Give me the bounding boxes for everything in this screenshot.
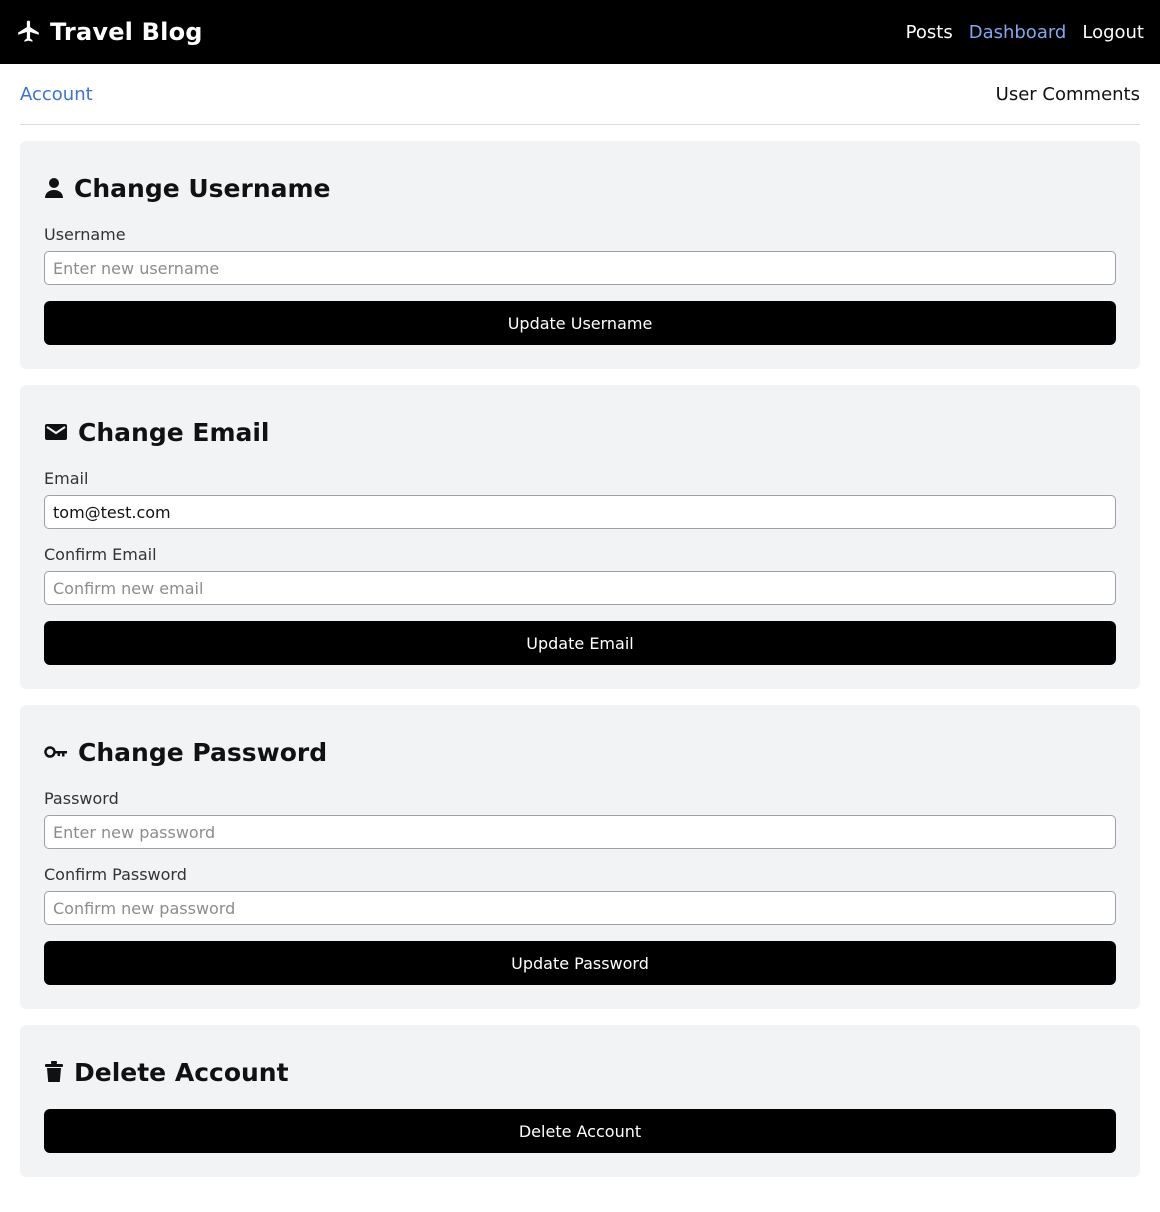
email-input[interactable] bbox=[44, 495, 1116, 529]
airplane-icon bbox=[16, 19, 42, 45]
change-username-card: Change Username Username Update Username bbox=[20, 141, 1140, 369]
card-title: Change Email bbox=[44, 417, 1116, 447]
brand[interactable]: Travel Blog bbox=[16, 18, 203, 46]
brand-title: Travel Blog bbox=[50, 18, 203, 46]
card-title-text: Delete Account bbox=[74, 1057, 289, 1087]
password-input[interactable] bbox=[44, 815, 1116, 849]
update-email-button[interactable]: Update Email bbox=[44, 621, 1116, 665]
nav-dashboard[interactable]: Dashboard bbox=[969, 22, 1067, 43]
update-password-button[interactable]: Update Password bbox=[44, 941, 1116, 985]
username-label: Username bbox=[44, 225, 126, 244]
card-title: Change Password bbox=[44, 737, 1116, 767]
confirm-password-input[interactable] bbox=[44, 891, 1116, 925]
top-navbar: Travel Blog Posts Dashboard Logout bbox=[0, 0, 1160, 64]
user-icon bbox=[44, 177, 64, 199]
main-nav: Posts Dashboard Logout bbox=[906, 22, 1144, 43]
confirm-email-input[interactable] bbox=[44, 571, 1116, 605]
tab-account[interactable]: Account bbox=[20, 84, 93, 105]
card-title-text: Change Password bbox=[78, 737, 328, 767]
username-input[interactable] bbox=[44, 251, 1116, 285]
card-title: Change Username bbox=[44, 173, 1116, 203]
change-email-card: Change Email Email Confirm Email Update … bbox=[20, 385, 1140, 689]
dashboard-subnav: Account User Comments bbox=[20, 64, 1140, 125]
delete-account-card: Delete Account Delete Account bbox=[20, 1025, 1140, 1177]
email-label: Email bbox=[44, 469, 89, 488]
key-icon bbox=[44, 741, 68, 763]
account-settings: Change Username Username Update Username… bbox=[0, 125, 1160, 1177]
tab-user-comments[interactable]: User Comments bbox=[996, 84, 1140, 105]
nav-posts[interactable]: Posts bbox=[906, 22, 953, 43]
nav-logout[interactable]: Logout bbox=[1082, 22, 1144, 43]
change-password-card: Change Password Password Confirm Passwor… bbox=[20, 705, 1140, 1009]
card-title-text: Change Email bbox=[78, 417, 270, 447]
delete-account-button[interactable]: Delete Account bbox=[44, 1109, 1116, 1153]
card-title: Delete Account bbox=[44, 1057, 1116, 1087]
confirm-password-label: Confirm Password bbox=[44, 865, 187, 884]
trash-icon bbox=[44, 1061, 64, 1083]
card-title-text: Change Username bbox=[74, 173, 331, 203]
confirm-email-label: Confirm Email bbox=[44, 545, 157, 564]
update-username-button[interactable]: Update Username bbox=[44, 301, 1116, 345]
password-label: Password bbox=[44, 789, 119, 808]
envelope-icon bbox=[44, 421, 68, 443]
